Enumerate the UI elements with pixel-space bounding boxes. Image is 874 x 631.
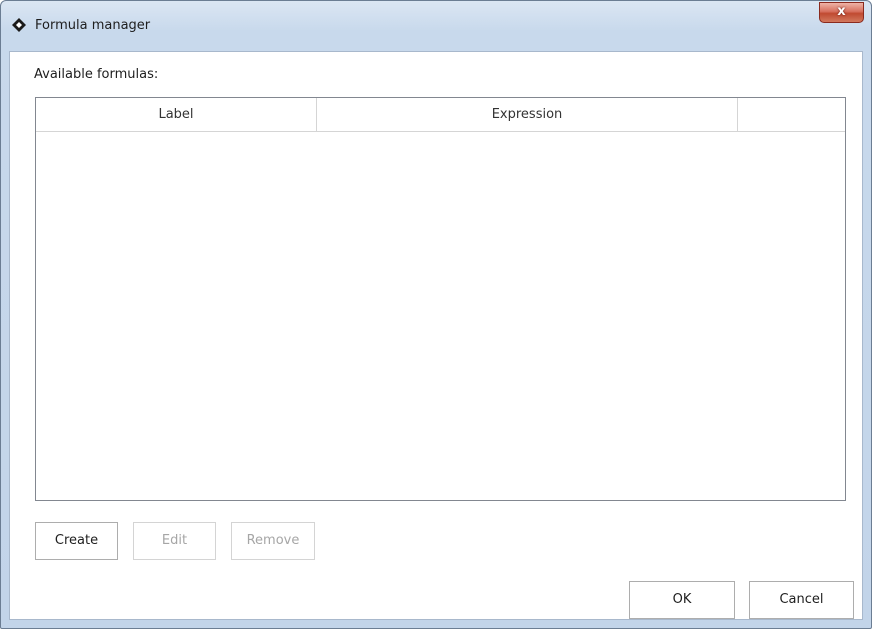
- column-header-expression[interactable]: Expression: [317, 98, 738, 131]
- remove-button[interactable]: Remove: [231, 522, 315, 560]
- list-body[interactable]: [36, 132, 845, 500]
- ok-button[interactable]: OK: [629, 581, 735, 619]
- formula-manager-window: Formula manager x Available formulas: La…: [0, 0, 872, 629]
- app-diamond-icon: [12, 18, 26, 32]
- create-button[interactable]: Create: [35, 522, 118, 560]
- edit-button[interactable]: Edit: [133, 522, 216, 560]
- dialog-content: Available formulas: Label Expression Cre…: [9, 51, 863, 620]
- column-header-label[interactable]: Label: [36, 98, 317, 131]
- list-header: Label Expression: [36, 98, 845, 132]
- close-button[interactable]: x: [819, 2, 864, 23]
- window-title: Formula manager: [35, 18, 151, 33]
- formulas-list[interactable]: Label Expression: [35, 97, 846, 501]
- title-bar[interactable]: Formula manager x: [1, 1, 871, 51]
- available-formulas-label: Available formulas:: [34, 67, 159, 82]
- column-header-extra[interactable]: [738, 98, 845, 131]
- cancel-button[interactable]: Cancel: [749, 581, 854, 619]
